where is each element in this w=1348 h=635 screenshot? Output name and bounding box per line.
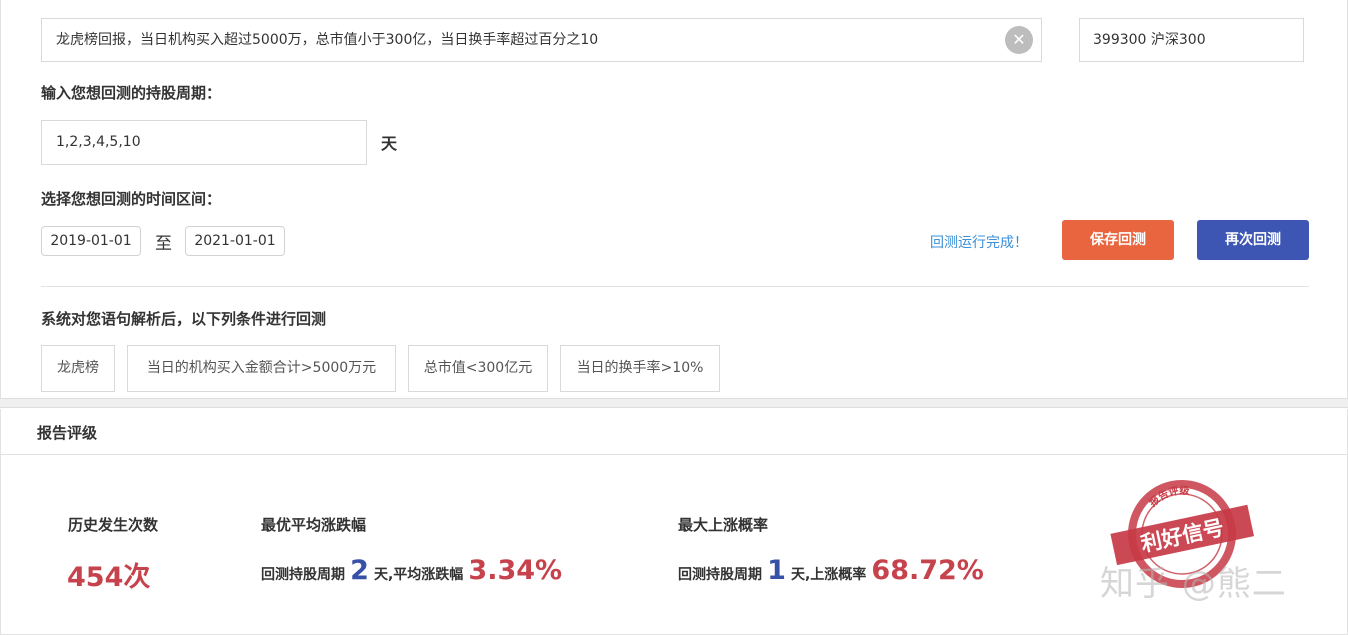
- best-avg-period: 2: [350, 555, 369, 586]
- occurrences-value: 454次: [67, 562, 151, 593]
- best-avg-label: 最优平均涨跌幅: [261, 516, 367, 534]
- run-status-text: 回测运行完成！: [930, 235, 1028, 251]
- holding-period-value[interactable]: 1,2,3,4,5,10: [56, 121, 141, 164]
- time-range-label: 选择您想回测的时间区间：: [41, 190, 222, 208]
- report-header: 报告评级: [0, 409, 1348, 455]
- section-gap: [0, 398, 1348, 408]
- condition-tag: 总市值<300亿元: [408, 345, 548, 392]
- max-prob-prefix: 回测持股周期: [678, 567, 762, 583]
- best-avg-prefix: 回测持股周期: [261, 567, 345, 583]
- holding-period-unit: 天: [381, 134, 398, 153]
- holding-period-input[interactable]: 1,2,3,4,5,10: [41, 120, 367, 165]
- benchmark-index-value[interactable]: 399300 沪深300: [1093, 19, 1206, 61]
- max-prob-middle: 天,上涨概率: [790, 567, 867, 583]
- close-circle-icon[interactable]: ✕: [1005, 26, 1033, 54]
- max-prob-line: 回测持股周期 1 天,上涨概率 68.72%: [678, 555, 984, 586]
- holding-period-label: 输入您想回测的持股周期：: [41, 84, 222, 102]
- save-backtest-button[interactable]: 保存回测: [1062, 220, 1174, 260]
- benchmark-index-input[interactable]: 399300 沪深300: [1079, 18, 1304, 62]
- condition-tag: 龙虎榜: [41, 345, 115, 392]
- start-date-input[interactable]: 2019-01-01: [41, 226, 141, 256]
- max-prob-label: 最大上涨概率: [678, 516, 769, 534]
- occurrences-label: 历史发生次数: [68, 516, 159, 534]
- watermark: 知乎 @熊二: [1100, 564, 1287, 604]
- backtest-config-panel: 龙虎榜回报，当日机构买入超过5000万，总市值小于300亿，当日换手率超过百分之…: [0, 0, 1348, 398]
- end-date-input[interactable]: 2021-01-01: [185, 226, 285, 256]
- condition-tag: 当日的机构买入金额合计>5000万元: [127, 345, 396, 392]
- section-divider: [41, 286, 1309, 287]
- report-title: 报告评级: [37, 424, 98, 442]
- best-avg-line: 回测持股周期 2 天,平均涨跌幅 3.34%: [261, 555, 562, 586]
- query-text[interactable]: 龙虎榜回报，当日机构买入超过5000万，总市值小于300亿，当日换手率超过百分之…: [56, 19, 598, 61]
- conditions-title: 系统对您语句解析后，以下列条件进行回测: [41, 310, 327, 328]
- rerun-backtest-button[interactable]: 再次回测: [1197, 220, 1309, 260]
- max-prob-value: 68.72%: [871, 555, 984, 586]
- best-avg-middle: 天,平均涨跌幅: [373, 567, 464, 583]
- max-prob-period: 1: [767, 555, 786, 586]
- condition-tag: 当日的换手率>10%: [560, 345, 720, 392]
- date-range-separator: 至: [155, 234, 172, 254]
- best-avg-value: 3.34%: [468, 555, 563, 586]
- query-input[interactable]: 龙虎榜回报，当日机构买入超过5000万，总市值小于300亿，当日换手率超过百分之…: [41, 18, 1042, 62]
